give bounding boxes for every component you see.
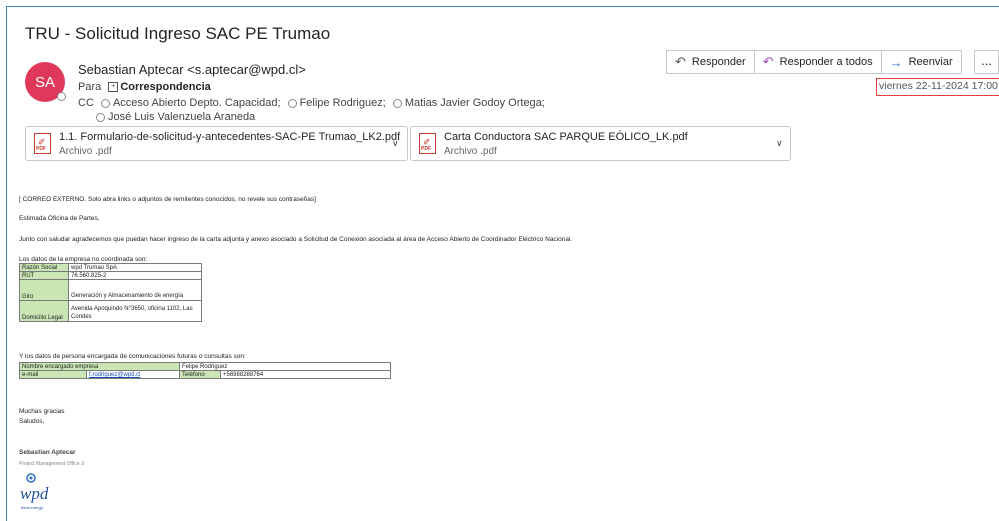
reply-button[interactable]: ↶ Responder — [666, 50, 755, 74]
table-label: Nombre encargado empresa — [19, 362, 180, 371]
company-intro: Los datos de la empresa no coordinada so… — [19, 256, 148, 263]
to-label: Para — [78, 81, 102, 93]
greeting: Estimada Oficina de Partes, — [19, 215, 100, 222]
attachment-card[interactable]: ✐ PDF Carta Conductora SAC PARQUE EÓLICO_… — [410, 126, 791, 161]
table-row: Giro Generación y Almacenamiento de energ… — [19, 279, 202, 301]
table-value: +56988288764 — [220, 370, 391, 379]
reply-all-label: Responder a todos — [779, 56, 873, 68]
forward-label: Reenviar — [908, 56, 953, 68]
table-row: Razón Social wpd Trumao SpA — [19, 263, 202, 272]
attachment-card[interactable]: ✐ PDF 1.1. Formulario-de-solicitud-y-ante… — [25, 126, 408, 161]
table-row: Domicilio Legal Avenida Apoquindo N°3650,… — [19, 300, 202, 322]
reply-all-button[interactable]: ↶ Responder a todos — [754, 50, 882, 74]
cc-recipient[interactable]: José Luis Valenzuela Araneda — [108, 111, 255, 123]
table-row: Nombre encargado empresa Felipe Rodrigue… — [19, 362, 391, 371]
table-label: Teléfono — [179, 370, 221, 379]
to-recipient[interactable]: Correspondencia — [120, 81, 210, 93]
table-row: RUT 76.560.825-2 — [19, 271, 202, 280]
forward-button[interactable]: → Reenviar — [881, 50, 962, 74]
cc-row: CC Acceso Abierto Depto. Capacidad; Feli… — [78, 96, 545, 124]
more-actions-button[interactable]: ... — [974, 50, 999, 74]
reply-label: Responder — [691, 56, 746, 68]
regards: Saludos, — [19, 418, 45, 425]
table-value: Generación y Almacenamiento de energía — [68, 279, 202, 301]
sent-date: viernes 22-11-2024 17:00 — [876, 78, 999, 96]
cc-label: CC — [78, 97, 94, 109]
chevron-down-icon[interactable]: ∨ — [392, 138, 399, 149]
thanks: Muchas gracias — [19, 408, 65, 415]
table-value: Avenida Apoquindo N°3650, oficina 1102, … — [68, 300, 202, 322]
table-label: Razón Social — [19, 263, 69, 272]
body-paragraph: Junto con saludar agradecemos que puedan… — [19, 236, 573, 243]
contact-icon — [100, 98, 110, 108]
table-value: Felipe Rodriguez — [179, 362, 391, 371]
pdf-icon: ✐ PDF — [419, 133, 436, 154]
contact-icon — [287, 98, 297, 108]
logo-text: wpd — [20, 484, 49, 503]
contact-icon — [392, 98, 402, 108]
table-value: wpd Trumao SpA — [68, 263, 202, 272]
table-value: 76.560.825-2 — [68, 271, 202, 280]
avatar-initials: SA — [34, 73, 55, 91]
attachment-type: Archivo .pdf — [444, 146, 497, 157]
table-label: Domicilio Legal — [19, 300, 69, 322]
cc-recipient[interactable]: Matias Javier Godoy Ortega; — [405, 97, 545, 109]
attachment-type: Archivo .pdf — [59, 146, 112, 157]
signature-title: Project Management Office Jr — [19, 461, 86, 467]
reply-all-icon: ↶ — [762, 54, 774, 69]
signature-name: Sebastian Aptecar — [19, 449, 76, 456]
contact-icon — [96, 112, 105, 122]
company-logo: wpd think energy — [20, 472, 60, 521]
pdf-icon: ✐ PDF — [34, 133, 51, 154]
table-label: e-mail — [19, 370, 87, 379]
presence-status-icon — [57, 92, 66, 101]
reply-icon: ↶ — [675, 54, 686, 69]
cc-recipient[interactable]: Acceso Abierto Depto. Capacidad; — [113, 97, 281, 109]
cc-recipient[interactable]: Felipe Rodriguez; — [300, 97, 386, 109]
email-subject: TRU - Solicitud Ingreso SAC PE Trumao — [25, 24, 331, 43]
chevron-down-icon[interactable]: ∨ — [776, 138, 783, 149]
email-link[interactable]: f.rodriguez@wpd.cl — [86, 370, 180, 379]
attachment-name: 1.1. Formulario-de-solicitud-y-anteceden… — [59, 131, 401, 143]
attachment-name: Carta Conductora SAC PARQUE EÓLICO_LK.pd… — [444, 131, 688, 143]
table-row: e-mail f.rodriguez@wpd.cl Teléfono +5698… — [19, 370, 391, 379]
to-row: Para + Correspondencia — [78, 81, 211, 93]
company-table: Razón Social wpd Trumao SpA RUT 76.560.825… — [19, 263, 202, 322]
table-label: Giro — [19, 279, 69, 301]
table-label: RUT — [19, 271, 69, 280]
group-icon: + — [108, 82, 119, 93]
contact-intro: Y los datos de persona encargada de comu… — [19, 353, 246, 360]
forward-icon: → — [889, 54, 903, 70]
external-warning: [ CORREO EXTERNO. Solo abra links o adju… — [19, 196, 316, 203]
logo-subtext: think energy — [21, 505, 43, 510]
message-toolbar: ↶ Responder ↶ Responder a todos → Reenviar — [666, 50, 962, 74]
sender-name[interactable]: Sebastian Aptecar <s.aptecar@wpd.cl> — [78, 62, 306, 77]
contact-table: Nombre encargado empresa Felipe Rodrigue… — [19, 362, 391, 379]
